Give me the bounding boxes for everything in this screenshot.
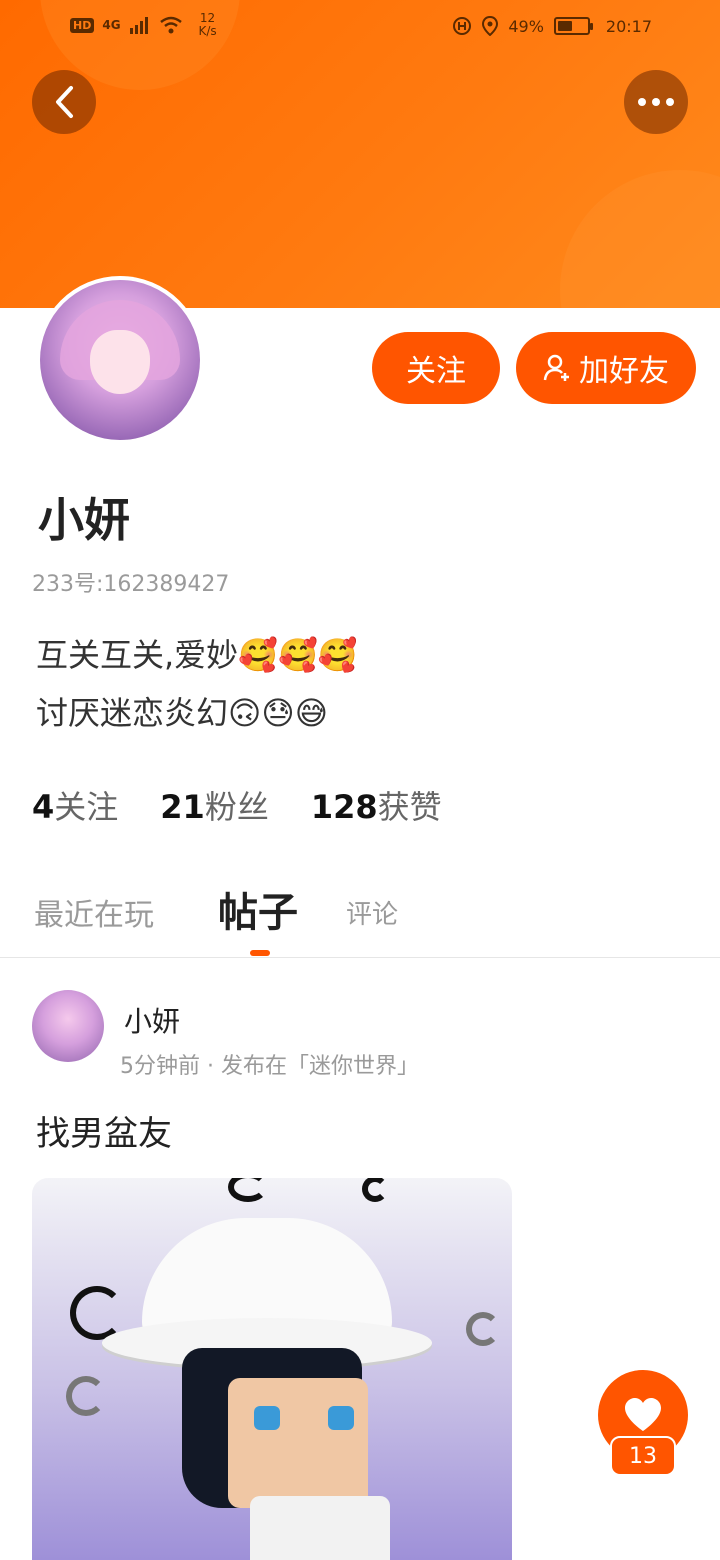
clock: 20:17 — [605, 16, 652, 36]
follow-label: 关注 — [406, 354, 466, 389]
profile-avatar[interactable] — [36, 276, 204, 444]
avatar-image — [40, 280, 200, 440]
active-tab-indicator — [250, 950, 270, 956]
stat-label: 获赞 — [377, 788, 442, 826]
stat-number: 128 — [310, 788, 378, 826]
chevron-left-icon — [56, 86, 73, 118]
tab-comments[interactable]: 评论 — [346, 894, 398, 931]
stat-following[interactable]: 4关注 — [32, 782, 118, 828]
profile-id: 233号:162389427 — [32, 572, 230, 597]
back-button[interactable] — [32, 70, 96, 134]
battery-percent: 49% — [508, 16, 544, 36]
data-saver-icon — [453, 17, 472, 35]
status-bar: HD 4G 12 K/s 49% 20:17 — [0, 0, 720, 56]
profile-name: 小妍 — [38, 493, 130, 547]
tab-posts[interactable]: 帖子 — [218, 880, 298, 938]
add-user-icon — [543, 354, 569, 381]
stat-likes[interactable]: 128获赞 — [311, 782, 442, 828]
add-friend-button[interactable]: 加好友 — [516, 332, 696, 404]
post-meta: 5分钟前 · 发布在「迷你世界」 — [120, 1054, 419, 1079]
post-image[interactable] — [32, 1178, 512, 1560]
more-button[interactable] — [624, 70, 688, 134]
stat-number: 21 — [160, 788, 205, 826]
add-friend-label: 加好友 — [579, 354, 669, 389]
hd-indicator: HD — [70, 17, 95, 33]
stat-number: 4 — [32, 788, 55, 826]
follow-button[interactable]: 关注 — [372, 332, 500, 404]
more-icon — [638, 98, 674, 106]
battery-icon — [553, 17, 593, 35]
bio-line: 讨厌迷恋炎幻🙃😓😅 — [36, 694, 329, 732]
profile-bio: 互关互关,爱妙🥰🥰🥰 讨厌迷恋炎幻🙃😓😅 — [36, 626, 358, 742]
location-icon — [482, 16, 499, 36]
stat-label: 粉丝 — [204, 788, 269, 826]
tab-recent[interactable]: 最近在玩 — [34, 890, 154, 934]
net-speed: 12 K/s — [198, 11, 217, 38]
divider — [0, 957, 720, 958]
signal-icon — [129, 17, 148, 34]
network-type: 4G — [102, 18, 121, 32]
post-title[interactable]: 找男盆友 — [36, 1106, 172, 1155]
bio-line: 互关互关,爱妙🥰🥰🥰 — [36, 636, 358, 674]
stat-followers[interactable]: 21粉丝 — [160, 782, 269, 828]
heart-icon — [625, 1398, 661, 1431]
like-count: 13 — [610, 1436, 676, 1476]
profile-stats: 4关注 21粉丝 128获赞 — [32, 782, 442, 828]
stat-label: 关注 — [54, 788, 119, 826]
post-author-avatar[interactable] — [32, 990, 104, 1062]
profile-tabs: 最近在玩 帖子 评论 — [34, 880, 720, 956]
wifi-icon — [159, 16, 182, 34]
post-author[interactable]: 小妍 — [124, 1000, 180, 1040]
